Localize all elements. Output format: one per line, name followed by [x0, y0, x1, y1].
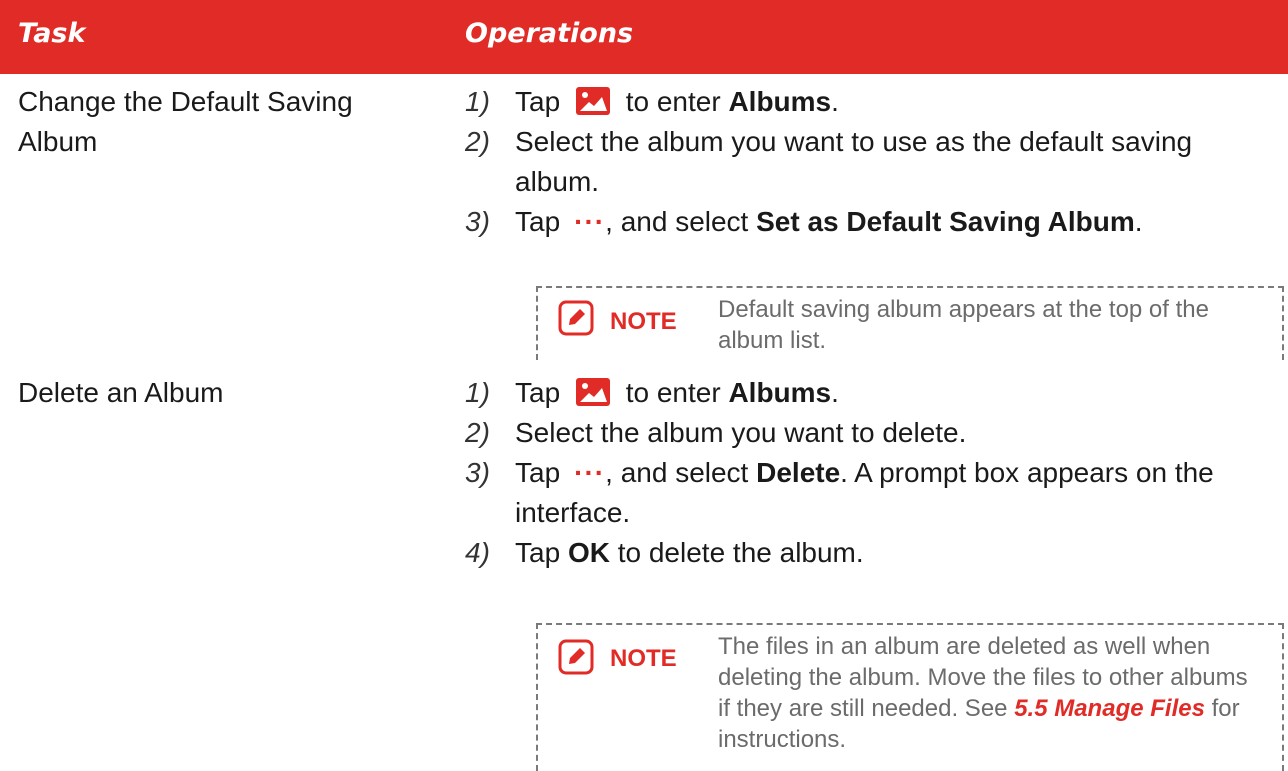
more-dots-icon[interactable]: ··· — [574, 202, 605, 242]
album-image-icon[interactable] — [575, 87, 610, 115]
edit-note-icon — [558, 300, 594, 336]
note-text: Default saving album appears at the top … — [718, 296, 1209, 354]
note-box: NOTE Default saving album appears at the… — [536, 286, 1284, 360]
album-image-icon[interactable] — [575, 378, 610, 406]
note-text: The files in an album are deleted as wel… — [718, 633, 1248, 753]
table-header: Task Operations — [0, 0, 1288, 74]
note-box: NOTE The files in an album are deleted a… — [536, 623, 1284, 771]
task-delete-album: Delete an Album — [18, 377, 224, 408]
task-change-default-album: Change the Default Saving Album — [18, 86, 353, 157]
note-label: NOTE — [610, 308, 677, 335]
header-operations: Operations — [465, 18, 634, 49]
header-task: Task — [18, 18, 86, 49]
manage-files-link[interactable]: 5.5 Manage Files — [1014, 695, 1205, 722]
note-label: NOTE — [610, 645, 677, 672]
more-dots-icon[interactable]: ··· — [574, 453, 605, 493]
edit-note-icon — [558, 639, 594, 675]
